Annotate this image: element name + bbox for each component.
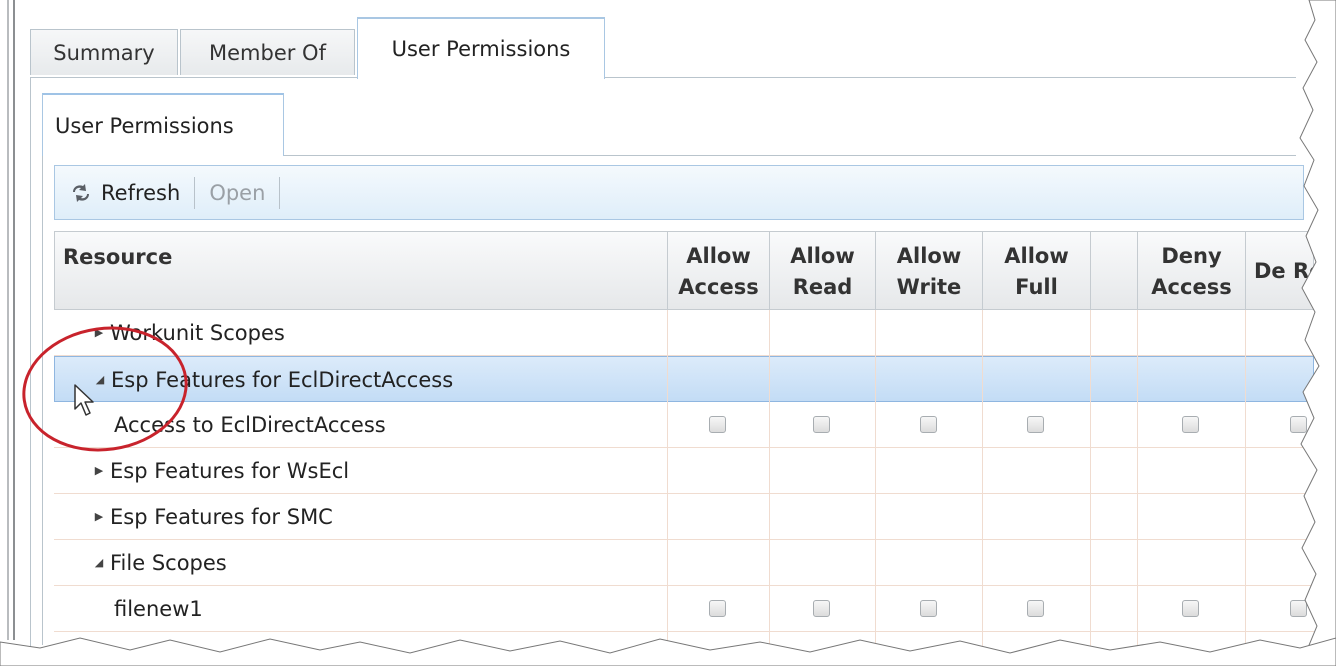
column-header-label: Deny Access — [1151, 243, 1232, 299]
resource-label: Workunit Scopes — [110, 320, 285, 345]
column-header-label: Resource — [63, 245, 173, 269]
permission-checkbox[interactable] — [709, 600, 726, 617]
mouse-cursor-icon — [74, 384, 94, 416]
inner-panel-border — [42, 155, 43, 645]
tab-user-permissions[interactable]: User Permissions — [357, 17, 605, 79]
tab-member-of-label: Member Of — [209, 40, 326, 65]
refresh-button[interactable]: Refresh — [55, 173, 194, 213]
column-divider — [1090, 310, 1091, 651]
open-label: Open — [209, 180, 266, 205]
table-row[interactable]: ▶ Workunit Scopes — [54, 310, 1314, 356]
table-row[interactable]: ▶ Esp Features for WsEcl — [54, 448, 1314, 494]
open-button[interactable]: Open — [195, 173, 279, 213]
permission-checkbox[interactable] — [1027, 600, 1044, 617]
column-header-label: Allow Full — [1004, 243, 1069, 299]
resource-cell: ▶ Workunit Scopes — [54, 310, 667, 355]
permission-checkbox[interactable] — [709, 416, 726, 433]
outer-tab-divider — [30, 77, 1296, 78]
tab-summary[interactable]: Summary — [30, 29, 178, 75]
toolbar: Refresh Open — [54, 165, 1304, 220]
column-header-allow-write[interactable]: Allow Write — [876, 232, 983, 311]
resource-cell: ◢ File Scopes — [54, 540, 667, 585]
resource-label: filenew1 — [114, 596, 203, 621]
resource-cell: Access to EclDirectAccess — [54, 402, 667, 447]
permission-checkbox[interactable] — [813, 416, 830, 433]
torn-edge-right — [1299, 0, 1336, 666]
resource-label: Esp Features for WsEcl — [110, 458, 350, 483]
column-header-label: Allow Read — [790, 243, 855, 299]
table-row[interactable]: ◢ Esp Features for EclDirectAccess — [54, 356, 1314, 402]
column-header-deny-access[interactable]: Deny Access — [1138, 232, 1246, 311]
column-divider — [1245, 310, 1246, 651]
window-border-inner — [13, 0, 15, 640]
resource-label: Access to EclDirectAccess — [114, 412, 386, 437]
resource-cell: ▶ Esp Features for SMC — [54, 494, 667, 539]
resource-cell: ◢ Esp Features for EclDirectAccess — [55, 357, 668, 402]
window-border-outer — [7, 0, 9, 640]
table-row[interactable]: Access to EclDirectAccess — [54, 402, 1314, 448]
refresh-label: Refresh — [101, 180, 181, 205]
tab-member-of[interactable]: Member Of — [180, 29, 355, 75]
permission-checkbox[interactable] — [920, 416, 937, 433]
outer-panel-border — [30, 77, 31, 647]
table-row[interactable]: ◢ File Scopes — [54, 540, 1314, 586]
permission-checkbox[interactable] — [813, 600, 830, 617]
column-divider — [1137, 310, 1138, 651]
tab-summary-label: Summary — [53, 40, 155, 65]
permission-checkbox[interactable] — [1182, 600, 1199, 617]
permissions-grid: Resource Allow Access Allow Read Allow W… — [54, 231, 1314, 651]
column-divider — [982, 310, 983, 651]
torn-edge-bottom — [0, 637, 1336, 666]
permission-checkbox[interactable] — [1027, 416, 1044, 433]
column-divider — [875, 310, 876, 651]
column-header-blank[interactable] — [1091, 232, 1138, 311]
column-divider — [667, 310, 668, 651]
inner-tab-label: User Permissions — [55, 113, 234, 138]
resource-cell: filenew1 — [54, 586, 667, 631]
column-header-allow-access[interactable]: Allow Access — [668, 232, 770, 311]
expand-arrow-icon[interactable]: ◢ — [92, 556, 106, 569]
collapse-arrow-icon[interactable]: ▶ — [92, 326, 106, 339]
collapse-arrow-icon[interactable]: ▶ — [92, 464, 106, 477]
inner-tab-user-permissions[interactable]: User Permissions — [42, 93, 284, 156]
resource-label: File Scopes — [110, 550, 227, 575]
grid-header: Resource Allow Access Allow Read Allow W… — [54, 231, 1314, 311]
permissions-window: Summary Member Of User Permissions User … — [0, 0, 1336, 666]
column-divider — [769, 310, 770, 651]
column-header-allow-read[interactable]: Allow Read — [770, 232, 876, 311]
permission-checkbox[interactable] — [920, 600, 937, 617]
tab-user-permissions-label: User Permissions — [391, 37, 571, 61]
refresh-icon — [73, 183, 89, 202]
permission-checkbox[interactable] — [1182, 416, 1199, 433]
resource-cell: ▶ Esp Features for WsEcl — [54, 448, 667, 493]
resource-label: Esp Features for SMC — [110, 504, 333, 529]
column-header-label: Allow Access — [678, 243, 759, 299]
collapse-arrow-icon[interactable]: ▶ — [92, 510, 106, 523]
resource-label: Esp Features for EclDirectAccess — [111, 367, 454, 392]
table-row[interactable]: ▶ Esp Features for SMC — [54, 494, 1314, 540]
column-header-allow-full[interactable]: Allow Full — [983, 232, 1091, 311]
toolbar-separator — [279, 176, 281, 209]
column-header-label: Allow Write — [896, 243, 962, 299]
column-header-resource[interactable]: Resource — [55, 232, 668, 311]
